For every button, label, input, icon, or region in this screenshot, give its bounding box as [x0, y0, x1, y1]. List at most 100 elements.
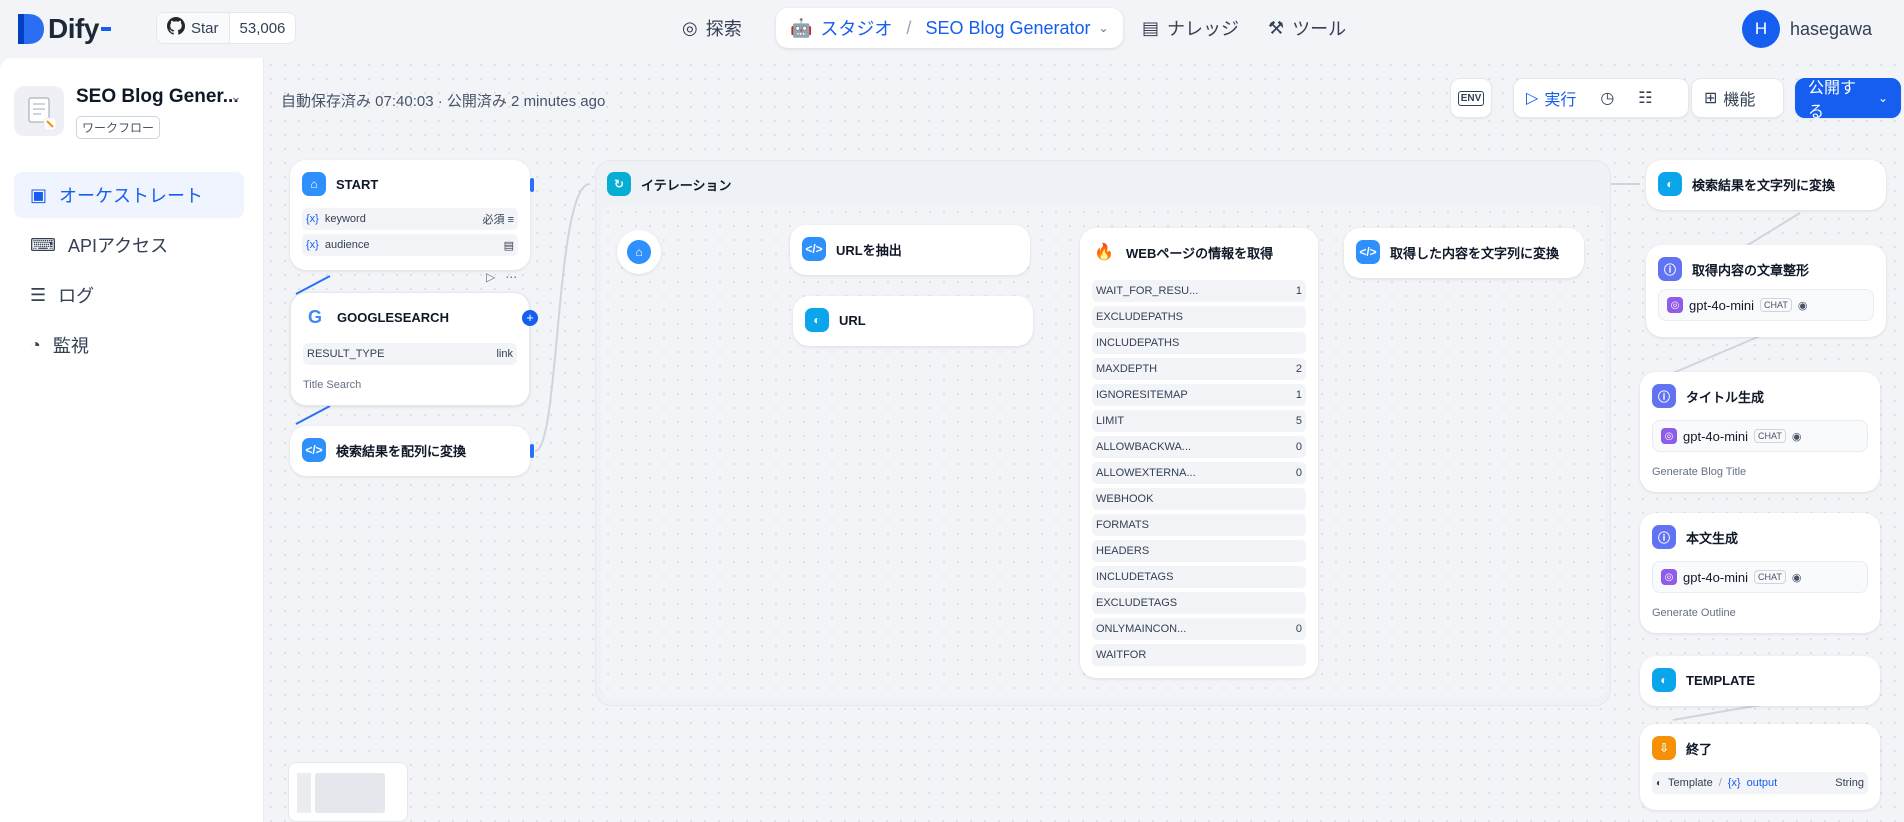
node-title: TEMPLATE: [1686, 672, 1756, 688]
more-icon[interactable]: ⋯: [505, 270, 517, 284]
loop-icon: ↻: [607, 172, 631, 196]
eye-icon: ◉: [1797, 299, 1808, 312]
start-output-port[interactable]: [530, 178, 534, 192]
web-param-row: LIMIT 5: [1092, 410, 1306, 432]
model-name: gpt-4o-mini: [1683, 428, 1749, 444]
model-mode-badge: CHAT: [1754, 570, 1786, 584]
web-param-row: EXCLUDETAGS: [1092, 592, 1306, 614]
template-icon: ◐: [1652, 668, 1676, 692]
code-icon: </>: [802, 237, 826, 261]
llm-icon: ⓘ: [1658, 257, 1682, 281]
param-key: LIMIT: [1096, 415, 1125, 427]
param-key: ALLOWEXTERNA...: [1096, 467, 1196, 479]
node-title: イテレーション: [641, 177, 732, 193]
model-selector[interactable]: ◎ gpt-4o-mini CHAT ◉: [1652, 420, 1868, 452]
node-body-gen[interactable]: ⓘ 本文生成 ◎ gpt-4o-mini CHAT ◉ Generate Outl…: [1640, 513, 1880, 633]
node-format-content[interactable]: ⓘ 取得内容の文章整形 ◎ gpt-4o-mini CHAT ◉: [1646, 245, 1886, 337]
node-title: START: [336, 176, 379, 192]
minimap[interactable]: [288, 762, 408, 822]
node-description: Generate Outline: [1652, 607, 1736, 619]
web-param-row: ALLOWBACKWA... 0: [1092, 436, 1306, 458]
iteration-header: ↻ イテレーション: [607, 172, 731, 196]
node-start[interactable]: ⌂ START {x} keyword 必須 ≡ {x} audience ▤: [290, 160, 530, 270]
param-key: INCLUDEPATHS: [1096, 337, 1180, 349]
param-key: EXCLUDEPATHS: [1096, 311, 1184, 323]
param-key: ONLYMAINCON...: [1096, 623, 1187, 635]
web-param-row: INCLUDETAGS: [1092, 566, 1306, 588]
web-param-row: INCLUDEPATHS: [1092, 332, 1306, 354]
text-icon: ≡: [507, 214, 514, 226]
param-value: 1: [1295, 389, 1302, 401]
node-title: 本文生成: [1686, 530, 1739, 546]
model-mode-badge: CHAT: [1760, 298, 1792, 312]
node-template[interactable]: ◐ TEMPLATE: [1640, 656, 1880, 706]
node-title: 終了: [1686, 741, 1713, 757]
var-name: audience: [324, 239, 370, 251]
home-icon: ⌂: [302, 172, 326, 196]
node-title: URLを抽出: [836, 242, 902, 258]
template-icon: ◐: [1656, 777, 1663, 789]
node-web-fetch[interactable]: 🔥 WEBページの情報を取得 WAIT_FOR_RESU... 1 EXCLUDEPA…: [1080, 228, 1318, 678]
model-name: gpt-4o-mini: [1683, 569, 1749, 585]
output-var-name: output: [1746, 777, 1778, 789]
param-key: EXCLUDETAGS: [1096, 597, 1178, 609]
eye-icon: ◉: [1791, 571, 1802, 584]
param-key: WAIT_FOR_RESU...: [1096, 285, 1199, 297]
paragraph-icon: ▤: [503, 239, 514, 252]
node-url[interactable]: ◐ URL: [793, 296, 1033, 346]
param-key: FORMATS: [1096, 519, 1149, 531]
eye-icon: ◉: [1791, 430, 1802, 443]
web-param-row: ONLYMAINCON... 0: [1092, 618, 1306, 640]
web-param-row: WAIT_FOR_RESU... 1: [1092, 280, 1306, 302]
param-value: 2: [1295, 363, 1302, 375]
web-param-row: EXCLUDEPATHS: [1092, 306, 1306, 328]
node-extract-url[interactable]: </> URLを抽出: [790, 225, 1030, 275]
openai-icon: ◎: [1661, 428, 1677, 444]
web-param-row: WEBHOOK: [1092, 488, 1306, 510]
node-title: 検索結果を文字列に変換: [1692, 177, 1836, 193]
node-google-search[interactable]: G GOOGLESEARCH RESULT_TYPE link Title Sea…: [290, 292, 530, 406]
variable-icon: {x}: [306, 239, 319, 251]
node-to-array[interactable]: </> 検索結果を配列に変換: [290, 426, 530, 476]
end-icon: ⇩: [1652, 736, 1676, 760]
node-to-string-inner[interactable]: </> 取得した内容を文字列に変換: [1344, 228, 1584, 278]
node-end[interactable]: ⇩ 終了 ◐ Template / {x} output String: [1640, 724, 1880, 810]
to-array-output-port[interactable]: [530, 444, 534, 458]
node-title: 取得内容の文章整形: [1692, 262, 1810, 278]
node-title: タイトル生成: [1686, 389, 1765, 405]
template-icon: ◐: [1658, 172, 1682, 196]
param-key: MAXDEPTH: [1096, 363, 1158, 375]
node-actions: ▷ ⋯: [486, 270, 517, 284]
end-output-var: ◐ Template / {x} output String: [1652, 772, 1868, 794]
output-source: Template: [1668, 777, 1713, 789]
run-node-icon[interactable]: ▷: [486, 270, 495, 284]
model-selector[interactable]: ◎ gpt-4o-mini CHAT ◉: [1652, 561, 1868, 593]
start-var-audience: {x} audience ▤: [302, 234, 518, 256]
node-title: 検索結果を配列に変換: [336, 443, 467, 459]
node-title: WEBページの情報を取得: [1126, 245, 1274, 261]
node-description: Generate Blog Title: [1652, 466, 1747, 478]
node-title: GOOGLESEARCH: [337, 309, 449, 325]
param-key: IGNORESITEMAP: [1096, 389, 1188, 401]
add-node-icon[interactable]: +: [522, 310, 538, 326]
web-param-row: ALLOWEXTERNA... 0: [1092, 462, 1306, 484]
iteration-start[interactable]: ⌂: [617, 230, 661, 274]
google-param: RESULT_TYPE link: [303, 343, 517, 365]
home-icon: ⌂: [627, 240, 651, 264]
param-key: ALLOWBACKWA...: [1096, 441, 1191, 453]
param-value: link: [496, 348, 513, 360]
node-title-gen[interactable]: ⓘ タイトル生成 ◎ gpt-4o-mini CHAT ◉ Generate Bl…: [1640, 372, 1880, 492]
node-title: URL: [839, 312, 866, 328]
param-key: HEADERS: [1096, 545, 1150, 557]
model-selector[interactable]: ◎ gpt-4o-mini CHAT ◉: [1658, 289, 1874, 321]
web-param-row: HEADERS: [1092, 540, 1306, 562]
param-value: 5: [1295, 415, 1302, 427]
model-mode-badge: CHAT: [1754, 429, 1786, 443]
node-title: 取得した内容を文字列に変換: [1390, 245, 1560, 261]
param-key: WAITFOR: [1096, 649, 1147, 661]
openai-icon: ◎: [1661, 569, 1677, 585]
param-key: RESULT_TYPE: [307, 348, 385, 360]
openai-icon: ◎: [1667, 297, 1683, 313]
node-search-to-string[interactable]: ◐ 検索結果を文字列に変換: [1646, 160, 1886, 210]
node-description: Title Search: [303, 379, 362, 391]
